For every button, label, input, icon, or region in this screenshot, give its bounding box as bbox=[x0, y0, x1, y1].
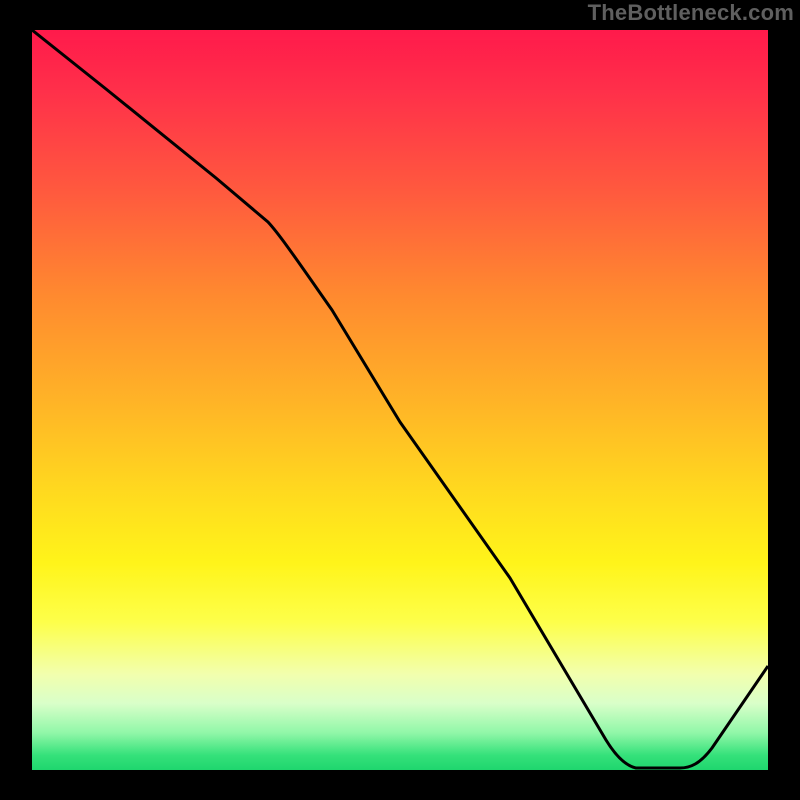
plot-area bbox=[32, 30, 768, 770]
bottleneck-line-path bbox=[32, 30, 768, 768]
watermark-text: TheBottleneck.com bbox=[588, 0, 794, 26]
bottleneck-line bbox=[32, 30, 768, 770]
chart-container: TheBottleneck.com bbox=[0, 0, 800, 800]
